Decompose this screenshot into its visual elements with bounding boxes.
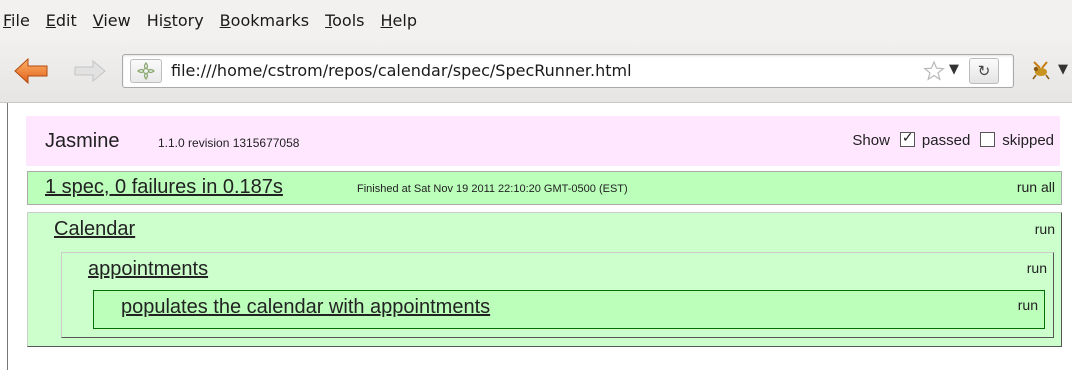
spec-title[interactable]: populates the calendar with appointments xyxy=(121,296,490,319)
bookmark-star-button[interactable] xyxy=(923,60,945,82)
jasmine-banner: Jasmine 1.1.0 revision 1315677058 Show p… xyxy=(26,116,1060,166)
site-identity-button[interactable] xyxy=(130,59,162,83)
suite-calendar-title[interactable]: Calendar xyxy=(54,218,135,241)
back-button[interactable] xyxy=(14,57,48,85)
skipped-label[interactable]: skipped xyxy=(1002,132,1054,149)
extension-button[interactable] xyxy=(1030,59,1052,81)
spec-run-link[interactable]: run xyxy=(1018,297,1038,313)
menu-history[interactable]: History xyxy=(147,11,204,30)
extension-icon xyxy=(1032,61,1050,80)
site-identity-icon xyxy=(136,61,156,81)
menu-bar: File Edit View History Bookmarks Tools H… xyxy=(0,0,1072,40)
bookmark-star-icon xyxy=(923,60,945,81)
menu-edit[interactable]: Edit xyxy=(46,11,77,30)
forward-arrow-icon xyxy=(74,59,106,83)
runner-summary-link[interactable]: 1 spec, 0 failures in 0.187s xyxy=(45,176,283,199)
menu-file[interactable]: File xyxy=(3,11,30,30)
forward-button[interactable] xyxy=(72,59,106,83)
runner-summary: 1 spec, 0 failures in 0.187s Finished at… xyxy=(27,171,1062,205)
url-bar[interactable]: file:///home/cstrom/repos/calendar/spec/… xyxy=(122,54,1014,88)
run-all-link[interactable]: run all xyxy=(1017,179,1055,195)
jasmine-version: 1.1.0 revision 1315677058 xyxy=(158,136,300,150)
navigation-toolbar: file:///home/cstrom/repos/calendar/spec/… xyxy=(0,40,1072,103)
back-arrow-icon xyxy=(14,57,48,85)
menu-bookmarks[interactable]: Bookmarks xyxy=(220,11,309,30)
url-text[interactable]: file:///home/cstrom/repos/calendar/spec/… xyxy=(171,61,632,80)
menu-help[interactable]: Help xyxy=(381,11,417,30)
report-options: Show passed skipped xyxy=(852,129,1054,149)
reload-icon: ↻ xyxy=(977,62,991,80)
spec-populates-calendar: populates the calendar with appointments… xyxy=(93,290,1045,329)
suite-appointments-run-link[interactable]: run xyxy=(1027,260,1047,276)
skipped-checkbox[interactable] xyxy=(980,132,996,147)
menu-view[interactable]: View xyxy=(93,11,131,30)
passed-label[interactable]: passed xyxy=(922,132,970,149)
jasmine-logo: Jasmine xyxy=(45,130,120,152)
passed-checkbox[interactable] xyxy=(899,129,915,147)
show-label: Show xyxy=(852,132,890,149)
dropdown-arrow-icon[interactable]: ▼ xyxy=(949,62,959,77)
extension-dropdown-icon[interactable]: ▼ xyxy=(1058,62,1068,77)
reload-button[interactable]: ↻ xyxy=(969,58,999,84)
suite-calendar-run-link[interactable]: run xyxy=(1035,221,1055,237)
menu-tools[interactable]: Tools xyxy=(325,11,364,30)
finished-timestamp: Finished at Sat Nov 19 2011 22:10:20 GMT… xyxy=(357,183,628,195)
content-left-border xyxy=(7,103,8,370)
suite-appointments-title[interactable]: appointments xyxy=(88,258,208,281)
